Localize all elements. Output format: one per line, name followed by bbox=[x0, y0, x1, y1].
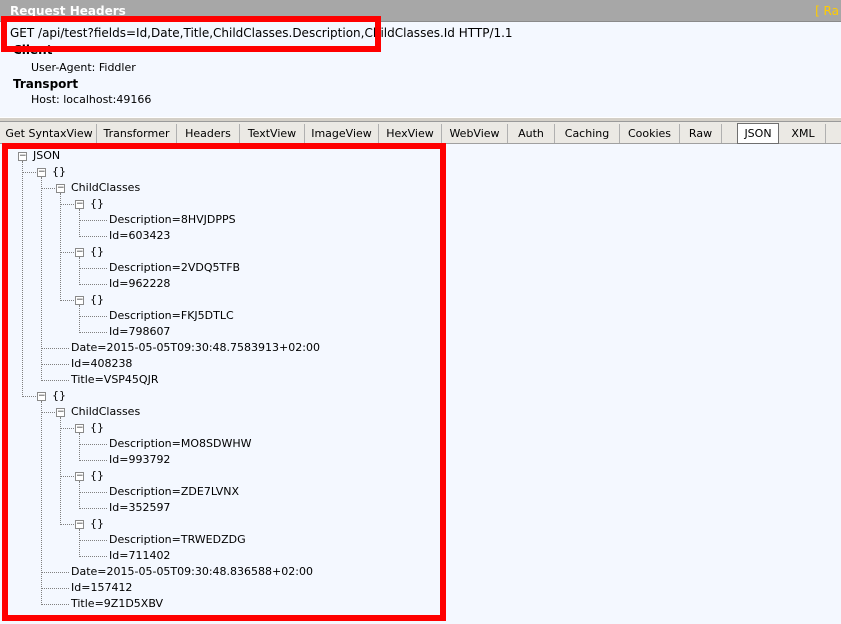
tab-cookies[interactable]: Cookies bbox=[620, 124, 680, 143]
request-line-highlight bbox=[1, 16, 381, 52]
tab-get-syntaxview[interactable]: Get SyntaxView bbox=[2, 124, 97, 143]
raw-link[interactable]: [ Ra bbox=[815, 4, 839, 18]
response-inspector-tabs: Get SyntaxView Transformer Headers TextV… bbox=[0, 122, 841, 144]
tab-textview[interactable]: TextView bbox=[240, 124, 305, 143]
tab-headers[interactable]: Headers bbox=[177, 124, 240, 143]
header-host: Host: localhost:49166 bbox=[31, 93, 152, 106]
tab-xml[interactable]: XML bbox=[781, 124, 826, 143]
header-user-agent: User-Agent: Fiddler bbox=[31, 61, 136, 74]
tab-auth[interactable]: Auth bbox=[508, 124, 555, 143]
tab-raw[interactable]: Raw bbox=[680, 124, 722, 143]
group-label-transport: Transport bbox=[13, 77, 79, 91]
tab-json[interactable]: JSON bbox=[737, 123, 779, 144]
tab-imageview[interactable]: ImageView bbox=[305, 124, 379, 143]
tab-transformer[interactable]: Transformer bbox=[97, 124, 177, 143]
tab-caching[interactable]: Caching bbox=[555, 124, 620, 143]
tab-hexview[interactable]: HexView bbox=[379, 124, 442, 143]
json-tree-highlight bbox=[2, 143, 446, 621]
tab-webview[interactable]: WebView bbox=[442, 124, 508, 143]
